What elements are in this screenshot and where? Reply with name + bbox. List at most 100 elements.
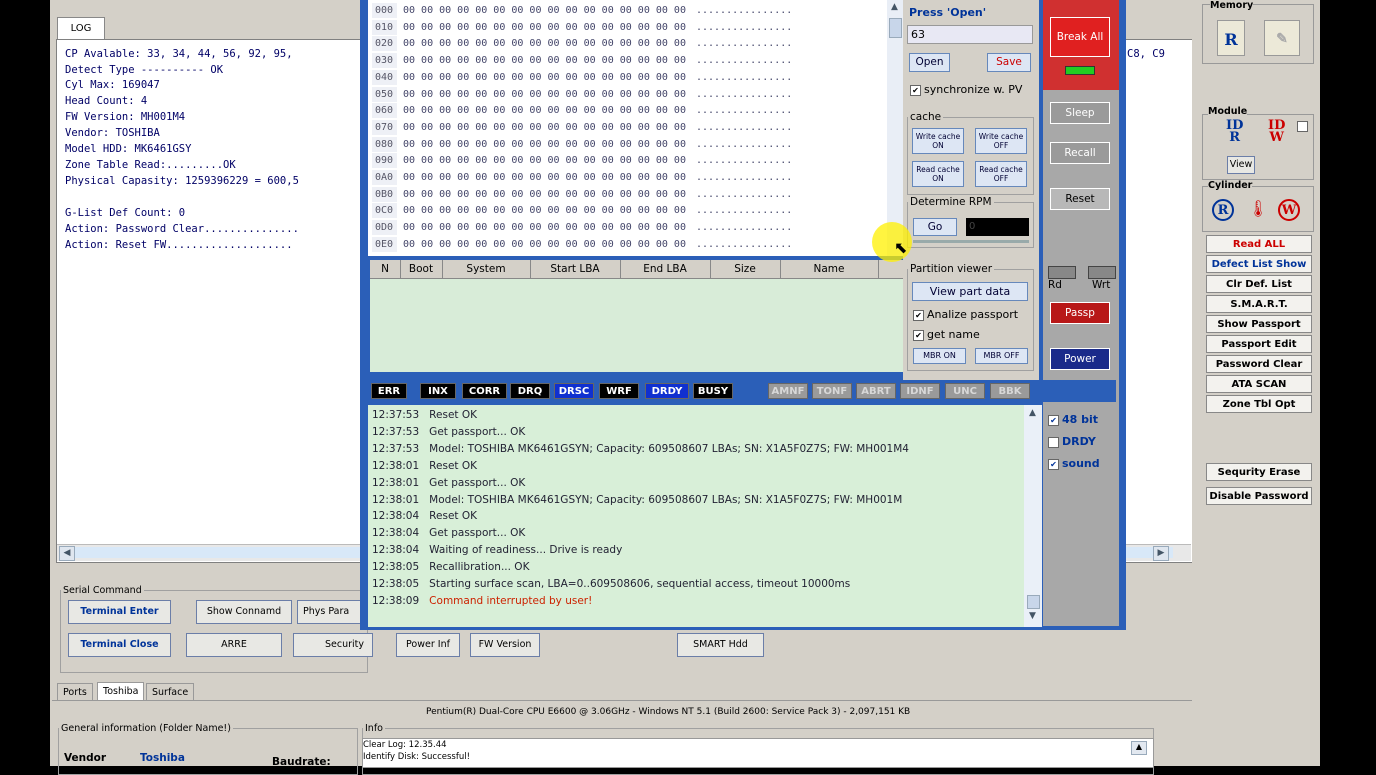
read-cache-off-button[interactable]: Read cache OFF bbox=[975, 161, 1027, 187]
module-read-icon[interactable]: ID R bbox=[1226, 119, 1243, 144]
hex-ascii[interactable]: ................ bbox=[696, 105, 792, 116]
view-button[interactable]: View bbox=[1227, 156, 1255, 174]
hex-ascii[interactable]: ................ bbox=[696, 72, 792, 83]
drdy-checkbox[interactable]: DRDY bbox=[1048, 435, 1096, 448]
disable-password-button[interactable]: Disable Password bbox=[1206, 487, 1312, 505]
scroll-up-icon[interactable]: ▲ bbox=[889, 2, 900, 14]
hex-row[interactable]: 0E0 00 00 00 00 00 00 00 00 00 00 00 00 0… bbox=[372, 236, 792, 252]
hex-bytes[interactable]: 00 00 00 00 00 00 00 00 00 00 00 00 00 0… bbox=[403, 89, 686, 100]
hex-bytes[interactable]: 00 00 00 00 00 00 00 00 00 00 00 00 00 0… bbox=[403, 105, 686, 116]
read-cache-on-button[interactable]: Read cache ON bbox=[912, 161, 964, 187]
passp-button[interactable]: Passp bbox=[1050, 302, 1110, 324]
hex-ascii[interactable]: ................ bbox=[696, 5, 792, 16]
hex-scrollbar[interactable]: ▲ bbox=[887, 0, 903, 256]
partition-col-start-lba[interactable]: Start LBA bbox=[530, 260, 621, 278]
tab-surface[interactable]: Surface bbox=[146, 683, 195, 701]
tab-log[interactable]: LOG bbox=[57, 17, 105, 40]
hex-ascii[interactable]: ................ bbox=[696, 172, 792, 183]
scroll-up-icon[interactable]: ▲ bbox=[1026, 408, 1039, 420]
hex-ascii[interactable]: ................ bbox=[696, 89, 792, 100]
analize-passport-checkbox[interactable]: ✔ Analize passport bbox=[913, 308, 1018, 321]
hex-row[interactable]: 040 00 00 00 00 00 00 00 00 00 00 00 00 0… bbox=[372, 69, 792, 85]
module-checkbox[interactable] bbox=[1297, 121, 1308, 132]
cylinder-write-icon[interactable]: W bbox=[1278, 199, 1300, 221]
password-clear-button[interactable]: Password Clear bbox=[1206, 355, 1312, 373]
partition-col-boot[interactable]: Boot bbox=[400, 260, 443, 278]
hex-bytes[interactable]: 00 00 00 00 00 00 00 00 00 00 00 00 00 0… bbox=[403, 155, 686, 166]
partition-col-name[interactable]: Name bbox=[780, 260, 879, 278]
ata-scan-button[interactable]: ATA SCAN bbox=[1206, 375, 1312, 393]
show-passport-button[interactable]: Show Passport bbox=[1206, 315, 1312, 333]
tab-toshiba[interactable]: Toshiba bbox=[97, 682, 145, 701]
hex-ascii[interactable]: ................ bbox=[696, 189, 792, 200]
hex-bytes[interactable]: 00 00 00 00 00 00 00 00 00 00 00 00 00 0… bbox=[403, 55, 686, 66]
reset-button[interactable]: Reset bbox=[1050, 188, 1110, 210]
message-log-scrollbar[interactable]: ▲ ▼ bbox=[1024, 405, 1042, 627]
defect-list-show-button[interactable]: Defect List Show bbox=[1206, 255, 1312, 273]
get-name-checkbox[interactable]: ✔ get name bbox=[913, 328, 980, 341]
passport-edit-button[interactable]: Passport Edit bbox=[1206, 335, 1312, 353]
hex-bytes[interactable]: 00 00 00 00 00 00 00 00 00 00 00 00 00 0… bbox=[403, 239, 686, 250]
sector-input[interactable]: 63 bbox=[907, 25, 1033, 44]
open-button[interactable]: Open bbox=[909, 53, 950, 72]
read-all-button[interactable]: Read ALL bbox=[1206, 235, 1312, 253]
phys-param-button[interactable]: Phys Para bbox=[297, 600, 361, 624]
cylinder-thermometer-icon[interactable]: 🌡 bbox=[1248, 199, 1268, 218]
write-cache-on-button[interactable]: Write cache ON bbox=[912, 128, 964, 154]
memory-write-icon[interactable]: ✎ bbox=[1264, 20, 1300, 56]
security-erase-button[interactable]: Sequrity Erase bbox=[1206, 463, 1312, 481]
break-all-button[interactable]: Break All bbox=[1050, 17, 1110, 57]
scroll-right-icon[interactable]: ▶ bbox=[1153, 546, 1169, 561]
48bit-checkbox[interactable]: ✔ 48 bit bbox=[1048, 413, 1098, 426]
show-command-button[interactable]: Show Connamd bbox=[196, 600, 292, 624]
partition-col-size[interactable]: Size bbox=[710, 260, 781, 278]
hex-bytes[interactable]: 00 00 00 00 00 00 00 00 00 00 00 00 00 0… bbox=[403, 139, 686, 150]
terminal-enter-button[interactable]: Terminal Enter bbox=[68, 600, 171, 624]
hex-row[interactable]: 060 00 00 00 00 00 00 00 00 00 00 00 00 0… bbox=[372, 103, 792, 119]
hex-bytes[interactable]: 00 00 00 00 00 00 00 00 00 00 00 00 00 0… bbox=[403, 38, 686, 49]
tab-ports[interactable]: Ports bbox=[57, 683, 93, 701]
hex-bytes[interactable]: 00 00 00 00 00 00 00 00 00 00 00 00 00 0… bbox=[403, 22, 686, 33]
save-button[interactable]: Save bbox=[987, 53, 1031, 72]
hex-bytes[interactable]: 00 00 00 00 00 00 00 00 00 00 00 00 00 0… bbox=[403, 72, 686, 83]
info-scroll-up-icon[interactable]: ▲ bbox=[1131, 741, 1147, 755]
sleep-button[interactable]: Sleep bbox=[1050, 102, 1110, 124]
power-button[interactable]: Power bbox=[1050, 348, 1110, 370]
hex-row[interactable]: 080 00 00 00 00 00 00 00 00 00 00 00 00 0… bbox=[372, 136, 792, 152]
hex-ascii[interactable]: ................ bbox=[696, 239, 792, 250]
smart-button[interactable]: S.M.A.R.T. bbox=[1206, 295, 1312, 313]
scroll-left-icon[interactable]: ◀ bbox=[59, 546, 75, 561]
scroll-down-icon[interactable]: ▼ bbox=[1026, 611, 1039, 623]
sound-checkbox[interactable]: ✔ sound bbox=[1048, 457, 1100, 470]
hex-row[interactable]: 0C0 00 00 00 00 00 00 00 00 00 00 00 00 0… bbox=[372, 203, 792, 219]
hex-ascii[interactable]: ................ bbox=[696, 22, 792, 33]
scroll-thumb[interactable] bbox=[1027, 595, 1040, 609]
hex-ascii[interactable]: ................ bbox=[696, 139, 792, 150]
security-button[interactable]: Security bbox=[293, 633, 373, 657]
hex-bytes[interactable]: 00 00 00 00 00 00 00 00 00 00 00 00 00 0… bbox=[403, 122, 686, 133]
hex-bytes[interactable]: 00 00 00 00 00 00 00 00 00 00 00 00 00 0… bbox=[403, 222, 686, 233]
hex-ascii[interactable]: ................ bbox=[696, 55, 792, 66]
hex-row[interactable]: 0D0 00 00 00 00 00 00 00 00 00 00 00 00 0… bbox=[372, 220, 792, 236]
hex-row[interactable]: 070 00 00 00 00 00 00 00 00 00 00 00 00 0… bbox=[372, 119, 792, 135]
hex-bytes[interactable]: 00 00 00 00 00 00 00 00 00 00 00 00 00 0… bbox=[403, 172, 686, 183]
mbr-off-button[interactable]: MBR OFF bbox=[975, 348, 1028, 364]
hex-ascii[interactable]: ................ bbox=[696, 222, 792, 233]
synchronize-checkbox[interactable]: ✔ synchronize w. PV bbox=[910, 83, 1022, 96]
go-button[interactable]: Go bbox=[913, 218, 957, 236]
hex-row[interactable]: 010 00 00 00 00 00 00 00 00 00 00 00 00 0… bbox=[372, 19, 792, 35]
clr-def-list-button[interactable]: Clr Def. List bbox=[1206, 275, 1312, 293]
memory-read-icon[interactable]: R bbox=[1217, 20, 1245, 56]
hex-row[interactable]: 090 00 00 00 00 00 00 00 00 00 00 00 00 0… bbox=[372, 153, 792, 169]
hex-bytes[interactable]: 00 00 00 00 00 00 00 00 00 00 00 00 00 0… bbox=[403, 5, 686, 16]
hex-ascii[interactable]: ................ bbox=[696, 38, 792, 49]
cylinder-read-icon[interactable]: R bbox=[1212, 199, 1234, 221]
hex-row[interactable]: 000 00 00 00 00 00 00 00 00 00 00 00 00 0… bbox=[372, 3, 792, 18]
arre-button[interactable]: ARRE bbox=[186, 633, 282, 657]
hex-row[interactable]: 050 00 00 00 00 00 00 00 00 00 00 00 00 0… bbox=[372, 86, 792, 102]
hex-ascii[interactable]: ................ bbox=[696, 155, 792, 166]
smart-hdd-button[interactable]: SMART Hdd bbox=[677, 633, 764, 657]
fw-version-button[interactable]: FW Version bbox=[470, 633, 540, 657]
recall-button[interactable]: Recall bbox=[1050, 142, 1110, 164]
hex-row[interactable]: 0A0 00 00 00 00 00 00 00 00 00 00 00 00 0… bbox=[372, 170, 792, 185]
